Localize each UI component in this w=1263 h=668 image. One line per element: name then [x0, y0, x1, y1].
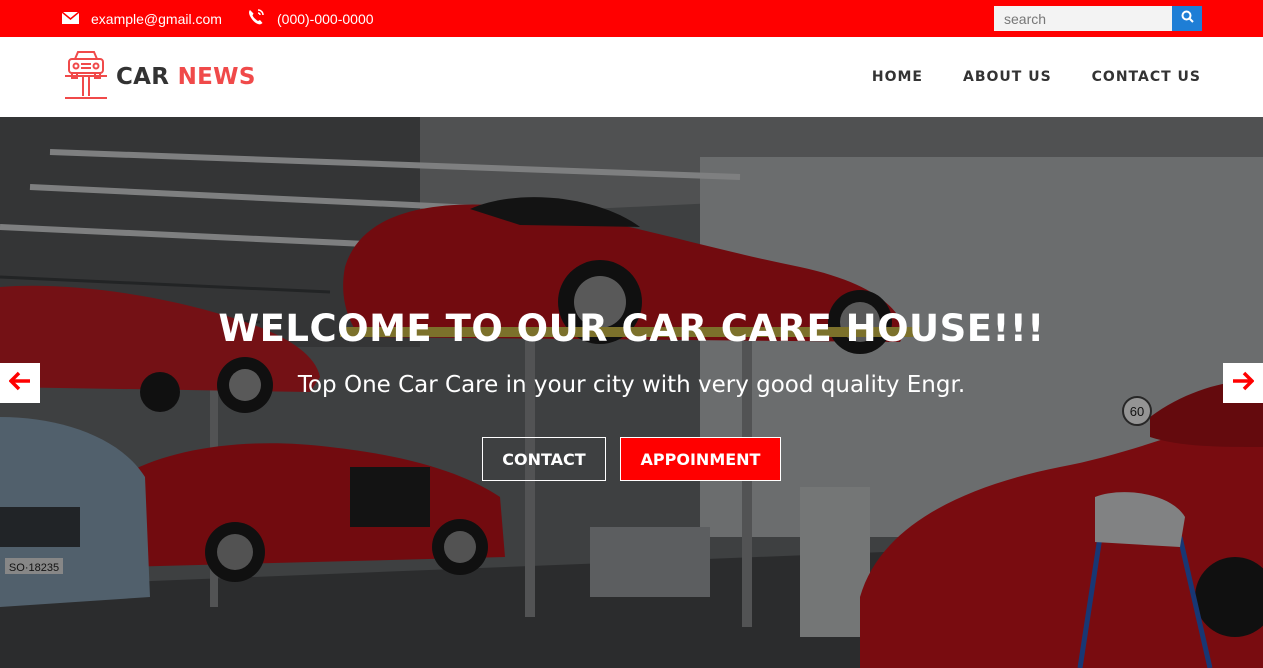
nav-contact-us[interactable]: CONTACT US: [1092, 69, 1201, 85]
email-text: example@gmail.com: [91, 10, 222, 27]
arrow-right-icon: [1232, 371, 1255, 396]
car-lift-icon: [62, 49, 110, 106]
arrow-left-icon: [8, 371, 31, 396]
logo-text-car: CAR: [116, 64, 170, 90]
contact-button[interactable]: CONTACT: [482, 437, 606, 481]
nav-home[interactable]: HOME: [872, 69, 923, 85]
hero-slider: SO·18235 60 WELCOME TO OUR CAR CARE HOUS…: [0, 117, 1263, 668]
phone-text: (000)-000-0000: [277, 10, 374, 27]
phone-contact[interactable]: (000)-000-0000: [247, 0, 374, 37]
navbar: CAR NEWS HOME ABOUT US CONTACT US: [0, 37, 1263, 117]
main-nav: HOME ABOUT US CONTACT US: [832, 37, 1201, 117]
site-logo[interactable]: CAR NEWS: [62, 49, 256, 106]
appointment-button[interactable]: APPOINMENT: [620, 437, 781, 481]
email-contact[interactable]: example@gmail.com: [61, 0, 222, 37]
search-button[interactable]: [1172, 6, 1202, 31]
top-bar: example@gmail.com (000)-000-0000: [0, 0, 1263, 37]
search-icon: [1181, 10, 1194, 28]
slider-prev-button[interactable]: [0, 363, 40, 403]
nav-about-us[interactable]: ABOUT US: [963, 69, 1052, 85]
logo-text: CAR NEWS: [116, 64, 256, 90]
phone-icon: [247, 8, 277, 29]
search-input[interactable]: [994, 6, 1172, 31]
hero-subtitle: Top One Car Care in your city with very …: [297, 372, 966, 398]
hero-title: WELCOME TO OUR CAR CARE HOUSE!!!: [218, 307, 1045, 350]
envelope-icon: [61, 10, 91, 27]
slider-next-button[interactable]: [1223, 363, 1263, 403]
logo-text-news: NEWS: [177, 64, 256, 90]
